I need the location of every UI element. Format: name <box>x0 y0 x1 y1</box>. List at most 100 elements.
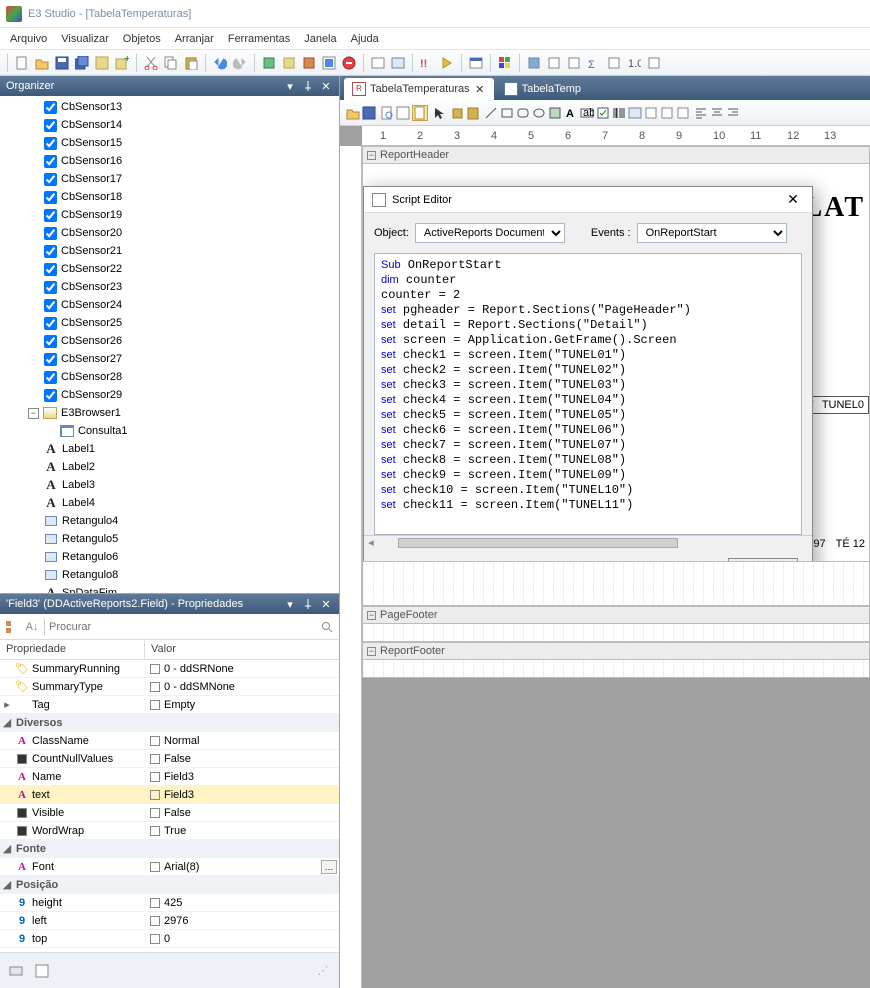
grid-area-3[interactable] <box>362 660 870 678</box>
rt-paste-icon[interactable] <box>466 106 480 120</box>
prop-checkbox[interactable] <box>150 862 160 872</box>
menu-ferramentas[interactable]: Ferramentas <box>228 33 290 45</box>
prop-checkbox[interactable] <box>150 808 160 818</box>
new-icon[interactable] <box>13 54 31 72</box>
rt-frame-icon[interactable] <box>548 106 562 120</box>
collapse-icon[interactable]: − <box>28 408 39 419</box>
tree-checkbox[interactable] <box>44 317 57 330</box>
tree-checkbox[interactable] <box>44 137 57 150</box>
tree-item[interactable]: CbSensor26 <box>0 332 339 350</box>
open-icon[interactable] <box>33 54 51 72</box>
tree-checkbox[interactable] <box>44 191 57 204</box>
property-row[interactable]: ANameField3 <box>0 768 339 786</box>
grid-area-1[interactable] <box>362 562 870 606</box>
tree-item[interactable]: CbSensor23 <box>0 278 339 296</box>
tool6-icon[interactable] <box>389 54 407 72</box>
tree-item[interactable]: CbSensor17 <box>0 170 339 188</box>
rt-line-icon[interactable] <box>484 106 498 120</box>
tree-item[interactable]: CbSensor25 <box>0 314 339 332</box>
cut-icon[interactable] <box>142 54 160 72</box>
tool11-icon[interactable]: 1.0 <box>625 54 643 72</box>
property-row[interactable]: AClassNameNormal <box>0 732 339 750</box>
close-button[interactable]: Close <box>728 558 798 562</box>
tab-close-icon[interactable]: ✕ <box>474 83 486 95</box>
rt-preview-icon[interactable] <box>380 106 394 120</box>
dialog-title-bar[interactable]: Script Editor ✕ <box>364 187 812 213</box>
collapse-icon[interactable]: − <box>367 151 376 160</box>
tree-item[interactable]: −E3Browser1 <box>0 404 339 422</box>
rt-copy-icon[interactable] <box>450 106 464 120</box>
rt-field-icon[interactable]: ab <box>580 106 594 120</box>
menu-arranjar[interactable]: Arranjar <box>175 33 214 45</box>
menu-visualizar[interactable]: Visualizar <box>61 33 109 45</box>
property-row[interactable]: WordWrapTrue <box>0 822 339 840</box>
organizer-tree[interactable]: CbSensor13CbSensor14CbSensor15CbSensor16… <box>0 96 339 593</box>
save-icon[interactable] <box>53 54 71 72</box>
tree-item[interactable]: CbSensor19 <box>0 206 339 224</box>
prop-checkbox[interactable] <box>150 898 160 908</box>
tree-item[interactable]: CbSensor21 <box>0 242 339 260</box>
tree-item[interactable]: CbSensor27 <box>0 350 339 368</box>
prop-checkbox[interactable] <box>150 754 160 764</box>
tree-checkbox[interactable] <box>44 335 57 348</box>
report-designer-surface[interactable]: − ReportHeader ELAT L07 TUNEL0 097 TÉ 12 <box>362 146 870 988</box>
prop-checkbox[interactable] <box>150 736 160 746</box>
sum-icon[interactable]: Σ <box>585 54 603 72</box>
colors-icon[interactable] <box>496 54 514 72</box>
tree-checkbox[interactable] <box>44 353 57 366</box>
tree-checkbox[interactable] <box>44 173 57 186</box>
prop-checkbox[interactable] <box>150 664 160 674</box>
tool12-icon[interactable] <box>645 54 663 72</box>
tree-item[interactable]: CbSensor14 <box>0 116 339 134</box>
tree-item[interactable]: ALabel2 <box>0 458 339 476</box>
tool5-icon[interactable] <box>369 54 387 72</box>
panel-pin-icon[interactable] <box>301 79 315 93</box>
collapse-icon[interactable]: − <box>367 611 376 620</box>
tree-item[interactable]: Consulta1 <box>0 422 339 440</box>
panel-pin-icon[interactable] <box>301 597 315 611</box>
menu-objetos[interactable]: Objetos <box>123 33 161 45</box>
collapse-icon[interactable]: − <box>367 647 376 656</box>
tree-item[interactable]: CbSensor29 <box>0 386 339 404</box>
save-all-icon[interactable] <box>73 54 91 72</box>
section-page-footer[interactable]: − PageFooter <box>362 606 870 624</box>
tree-checkbox[interactable] <box>44 209 57 222</box>
tool9-icon[interactable] <box>565 54 583 72</box>
tool8-icon[interactable] <box>545 54 563 72</box>
tree-item[interactable]: Retangulo6 <box>0 548 339 566</box>
copy-icon[interactable] <box>162 54 180 72</box>
section-report-footer[interactable]: − ReportFooter <box>362 642 870 660</box>
tool7-icon[interactable] <box>525 54 543 72</box>
rt-save-icon[interactable] <box>362 106 376 120</box>
paste-icon[interactable] <box>182 54 200 72</box>
rt-open-icon[interactable] <box>346 106 360 120</box>
code-hscroll[interactable]: ◂ <box>364 535 812 549</box>
play-icon[interactable] <box>438 54 456 72</box>
tree-item[interactable]: CbSensor22 <box>0 260 339 278</box>
tree-item[interactable]: ASpDataFim <box>0 584 339 593</box>
property-row[interactable]: ▸TagEmpty <box>0 696 339 714</box>
properties-search-input[interactable] <box>49 618 315 636</box>
sort-categorized-icon[interactable] <box>4 619 20 635</box>
tool10-icon[interactable] <box>605 54 623 72</box>
tree-item[interactable]: ALabel4 <box>0 494 339 512</box>
grid-area-2[interactable] <box>362 624 870 642</box>
run-icon[interactable] <box>260 54 278 72</box>
tree-item[interactable]: CbSensor20 <box>0 224 339 242</box>
tree-item[interactable]: CbSensor18 <box>0 188 339 206</box>
sort-alpha-icon[interactable]: A↓ <box>24 619 40 635</box>
property-row[interactable]: VisibleFalse <box>0 804 339 822</box>
property-row[interactable]: 9left2976 <box>0 912 339 930</box>
property-row[interactable]: 9top0 <box>0 930 339 948</box>
tool2-icon[interactable] <box>280 54 298 72</box>
rt-roundrect-icon[interactable] <box>516 106 530 120</box>
property-row[interactable]: 9height425 <box>0 894 339 912</box>
prop-checkbox[interactable] <box>150 952 160 953</box>
rt-ole-icon[interactable] <box>676 106 690 120</box>
ellipsis-button[interactable]: … <box>321 860 337 874</box>
dialog-close-icon[interactable]: ✕ <box>782 189 804 211</box>
rt-script-icon[interactable] <box>412 105 428 121</box>
domain-icon[interactable] <box>93 54 111 72</box>
events-select[interactable]: OnReportStart <box>637 223 787 243</box>
rt-barcode-icon[interactable] <box>612 106 626 120</box>
